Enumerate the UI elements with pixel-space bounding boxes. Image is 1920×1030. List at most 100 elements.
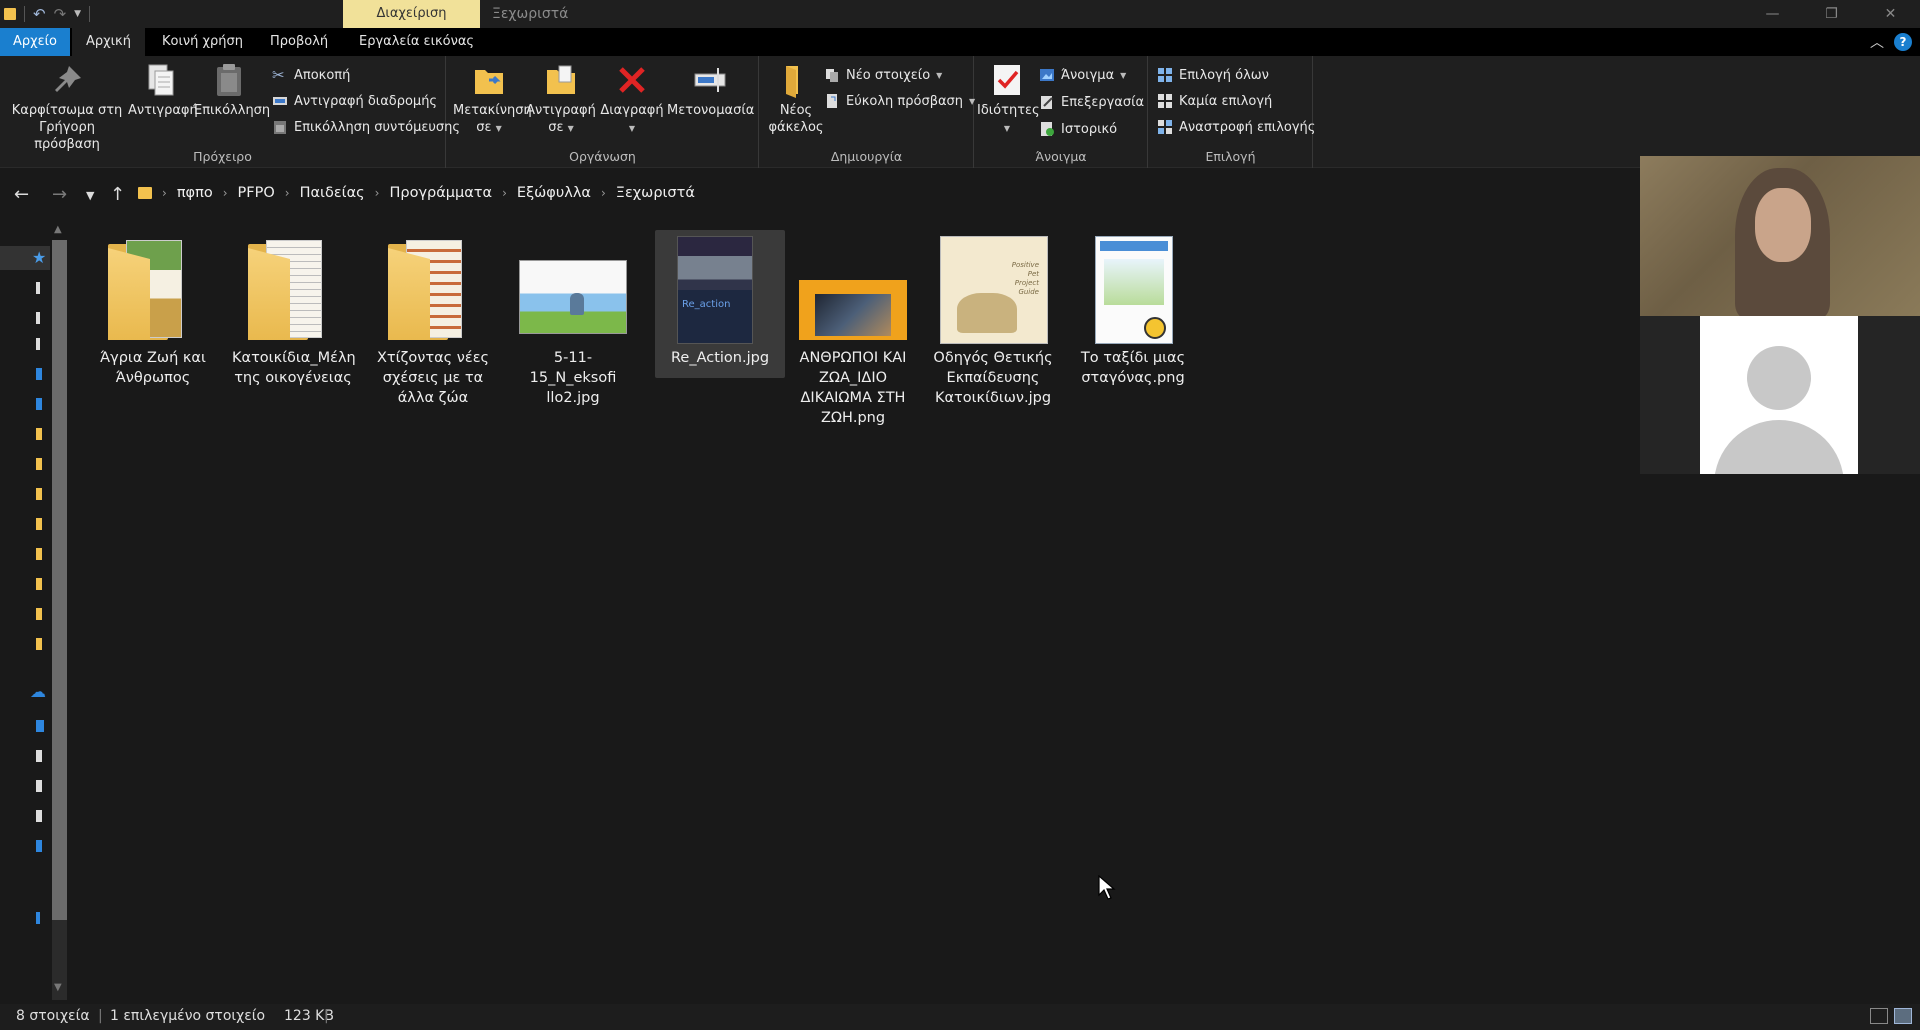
chevron-right-icon[interactable]: › — [223, 186, 228, 200]
file-item[interactable]: ΑΝΘΡΩΠΟΙ ΚΑΙ ΖΩΑ_ΙΔΙΟ ΔΙΚΑΙΩΜΑ ΣΤΗ ΖΩΗ.p… — [788, 230, 918, 428]
dropdown-arrow-icon: ▼ — [567, 124, 574, 133]
nav-folder-item[interactable] — [36, 488, 42, 500]
open-button[interactable]: Άνοιγμα ▼ — [1039, 67, 1126, 83]
file-item[interactable]: Χτίζοντας νέες σχέσεις με τα άλλα ζώα — [368, 230, 498, 408]
nav-folder-item[interactable] — [36, 458, 42, 470]
tab-share[interactable]: Κοινή χρήση — [148, 28, 257, 56]
tab-view[interactable]: Προβολή — [256, 28, 342, 56]
copy-to-label-1: Αντιγραφή — [526, 103, 596, 118]
select-none-button[interactable]: Καμία επιλογή — [1157, 93, 1272, 109]
undo-icon[interactable]: ↶ — [33, 5, 46, 23]
nav-item[interactable] — [36, 282, 40, 294]
tab-picture-tools[interactable]: Εργαλεία εικόνας — [345, 28, 488, 56]
nav-item[interactable] — [36, 398, 42, 410]
new-item-button[interactable]: Νέο στοιχείο ▼ — [824, 67, 942, 83]
nav-folder-item[interactable] — [36, 518, 42, 530]
select-all-icon — [1157, 67, 1173, 83]
nav-item[interactable] — [36, 912, 40, 924]
paste-label: Επικόλληση — [194, 103, 271, 118]
details-view-icon[interactable] — [1870, 1008, 1888, 1024]
tab-home[interactable]: Αρχική — [72, 28, 145, 56]
scroll-down-icon[interactable]: ▼ — [54, 982, 62, 993]
ribbon: Καρφίτσωμα στη Γρήγορη πρόσβαση Αντιγραφ… — [0, 56, 1920, 168]
back-arrow-icon[interactable]: ← — [14, 184, 29, 205]
nav-item[interactable] — [36, 840, 42, 852]
manage-context-tab[interactable]: Διαχείριση — [343, 0, 480, 28]
breadcrumb-item[interactable]: Παιδείας — [300, 185, 365, 201]
redo-icon[interactable]: ↷ — [54, 5, 67, 23]
chevron-right-icon[interactable]: › — [162, 186, 167, 200]
file-item[interactable]: Άγρια Ζωή και Άνθρωπος — [88, 230, 218, 388]
delete-button[interactable]: Διαγραφή ▼ — [597, 62, 667, 137]
rename-button[interactable]: Μετονομασία — [667, 62, 754, 119]
participant-video — [1640, 156, 1920, 316]
breadcrumb-item[interactable]: Ξεχωριστά — [616, 185, 695, 201]
nav-folder-item[interactable] — [36, 608, 42, 620]
paste-button[interactable]: Επικόλληση — [194, 62, 271, 119]
maximize-button[interactable]: ❐ — [1802, 0, 1861, 28]
paste-shortcut-button[interactable]: Επικόλληση συντόμευσης — [272, 119, 460, 135]
breadcrumb-item[interactable]: πφπο — [177, 185, 213, 201]
chevron-right-icon[interactable]: › — [502, 186, 507, 200]
new-group-label: Δημιουργία — [830, 149, 903, 164]
file-item-selected[interactable]: Re_action Re_Action.jpg — [655, 230, 785, 378]
this-pc-icon[interactable] — [36, 720, 44, 732]
chevron-down-icon[interactable]: ▼ — [74, 9, 81, 19]
file-name: 5-11-15_N_eksofi — [529, 350, 617, 386]
select-all-button[interactable]: Επιλογή όλων — [1157, 67, 1269, 83]
edit-button[interactable]: Επεξεργασία — [1039, 94, 1144, 110]
nav-folder-item[interactable] — [36, 428, 42, 440]
nav-folder-item[interactable] — [36, 578, 42, 590]
breadcrumb-item[interactable]: PFPO — [238, 185, 275, 201]
file-item[interactable]: Το ταξίδι μιας σταγόνας.png — [1068, 230, 1198, 388]
file-item[interactable]: Positive Pet Project Guide Οδηγός Θετική… — [928, 230, 1058, 408]
easy-access-button[interactable]: Εύκολη πρόσβαση ▼ — [824, 93, 975, 109]
new-group: Νέος φάκελος Νέο στοιχείο ▼ Εύκολη πρόσβ… — [760, 56, 975, 168]
new-folder-icon — [778, 62, 814, 98]
tab-file[interactable]: Αρχείο — [0, 28, 70, 56]
file-item[interactable]: Κατοικίδια_Μέλη της οικογένειας — [228, 230, 358, 388]
minimize-button[interactable]: — — [1743, 0, 1802, 28]
collapse-ribbon-icon[interactable]: ︿ — [1870, 32, 1884, 52]
cut-button[interactable]: ✂ Αποκοπή — [272, 67, 350, 83]
file-item[interactable]: 5-11-15_N_eksofi llo2.jpg — [508, 230, 638, 408]
up-arrow-icon[interactable]: ↑ — [110, 184, 125, 205]
file-name: Κατοικίδια_Μέλη — [232, 350, 356, 366]
quick-access-item[interactable]: ★ — [0, 246, 50, 270]
copy-to-icon — [543, 62, 579, 98]
forward-arrow-icon[interactable]: → — [52, 184, 67, 205]
invert-selection-button[interactable]: Αναστροφή επιλογής — [1157, 119, 1315, 135]
nav-item[interactable] — [36, 368, 42, 380]
properties-button[interactable]: Ιδιότητες ▼ — [977, 62, 1040, 137]
scroll-up-icon[interactable]: ▲ — [54, 224, 62, 235]
nav-item[interactable] — [36, 338, 40, 350]
copy-button[interactable]: Αντιγραφή — [128, 62, 198, 119]
nav-item[interactable] — [36, 312, 40, 324]
onedrive-icon[interactable]: ☁ — [30, 682, 46, 701]
nav-folder-item[interactable] — [36, 638, 42, 650]
file-name: ΑΝΘΡΩΠΟΙ ΚΑΙ — [799, 350, 907, 366]
nav-folder-item[interactable] — [36, 548, 42, 560]
pin-quick-access-button[interactable]: Καρφίτσωμα στη Γρήγορη πρόσβαση — [6, 62, 128, 153]
history-button[interactable]: Ιστορικό — [1039, 121, 1117, 137]
breadcrumb-item[interactable]: Προγράμματα — [389, 185, 492, 201]
new-folder-button[interactable]: Νέος φάκελος — [764, 62, 828, 136]
help-icon[interactable]: ? — [1894, 33, 1912, 51]
nav-item[interactable] — [36, 780, 42, 792]
copy-path-button[interactable]: Αντιγραφή διαδρομής — [272, 93, 437, 109]
large-icons-view-icon[interactable] — [1894, 1008, 1912, 1024]
nav-item[interactable] — [36, 750, 42, 762]
scrollbar-thumb[interactable] — [52, 240, 67, 920]
chevron-right-icon[interactable]: › — [601, 186, 606, 200]
nav-item[interactable] — [36, 810, 42, 822]
move-to-button[interactable]: Μετακίνηση σε ▼ — [453, 62, 532, 137]
divider — [89, 6, 91, 22]
chevron-right-icon[interactable]: › — [285, 186, 290, 200]
cut-label: Αποκοπή — [294, 67, 351, 83]
chevron-right-icon[interactable]: › — [375, 186, 380, 200]
recent-locations-chevron-icon[interactable]: ▼ — [86, 189, 94, 202]
file-list: Άγρια Ζωή και Άνθρωπος Κατοικίδια_Μέλη τ… — [88, 222, 1638, 1002]
close-button[interactable]: ✕ — [1861, 0, 1920, 28]
breadcrumb-item[interactable]: Εξώφυλλα — [517, 185, 591, 201]
copy-to-button[interactable]: Αντιγραφή σε ▼ — [525, 62, 597, 137]
